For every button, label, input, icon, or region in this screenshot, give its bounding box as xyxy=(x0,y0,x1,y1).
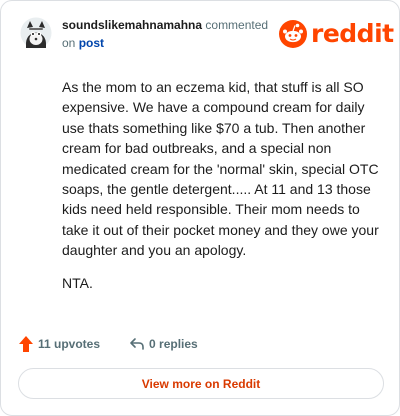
reply-icon xyxy=(130,338,144,350)
comment-paragraph: As the mom to an eczema kid, that stuff … xyxy=(62,79,379,259)
reddit-logo[interactable]: reddit xyxy=(278,19,394,49)
comment-paragraph: NTA. xyxy=(62,274,93,291)
comment-username[interactable]: soundslikemahnamahna xyxy=(62,18,202,32)
replies-button[interactable]: 0 replies xyxy=(129,336,198,352)
comment-on-text: on xyxy=(62,36,76,50)
replies-count: 0 replies xyxy=(149,337,198,351)
reddit-wordmark: reddit xyxy=(311,19,394,48)
upvote-arrow-icon xyxy=(19,336,33,352)
comment-actions: 11 upvotes 0 replies xyxy=(18,333,198,355)
upvote-button[interactable]: 11 upvotes xyxy=(18,335,100,353)
reddit-snoo-icon xyxy=(279,20,307,48)
comment-action-text: commented xyxy=(205,18,269,32)
comment-meta: soundslikemahnamahna commented on post xyxy=(62,16,282,52)
user-avatar-icon[interactable] xyxy=(20,17,52,49)
view-more-button[interactable]: View more on Reddit xyxy=(18,368,384,399)
reddit-comment-card: soundslikemahnamahna commented on post r… xyxy=(0,0,400,416)
comment-body: As the mom to an eczema kid, that stuff … xyxy=(62,77,380,305)
upvotes-count: 11 upvotes xyxy=(38,337,101,351)
post-link[interactable]: post xyxy=(79,36,104,50)
